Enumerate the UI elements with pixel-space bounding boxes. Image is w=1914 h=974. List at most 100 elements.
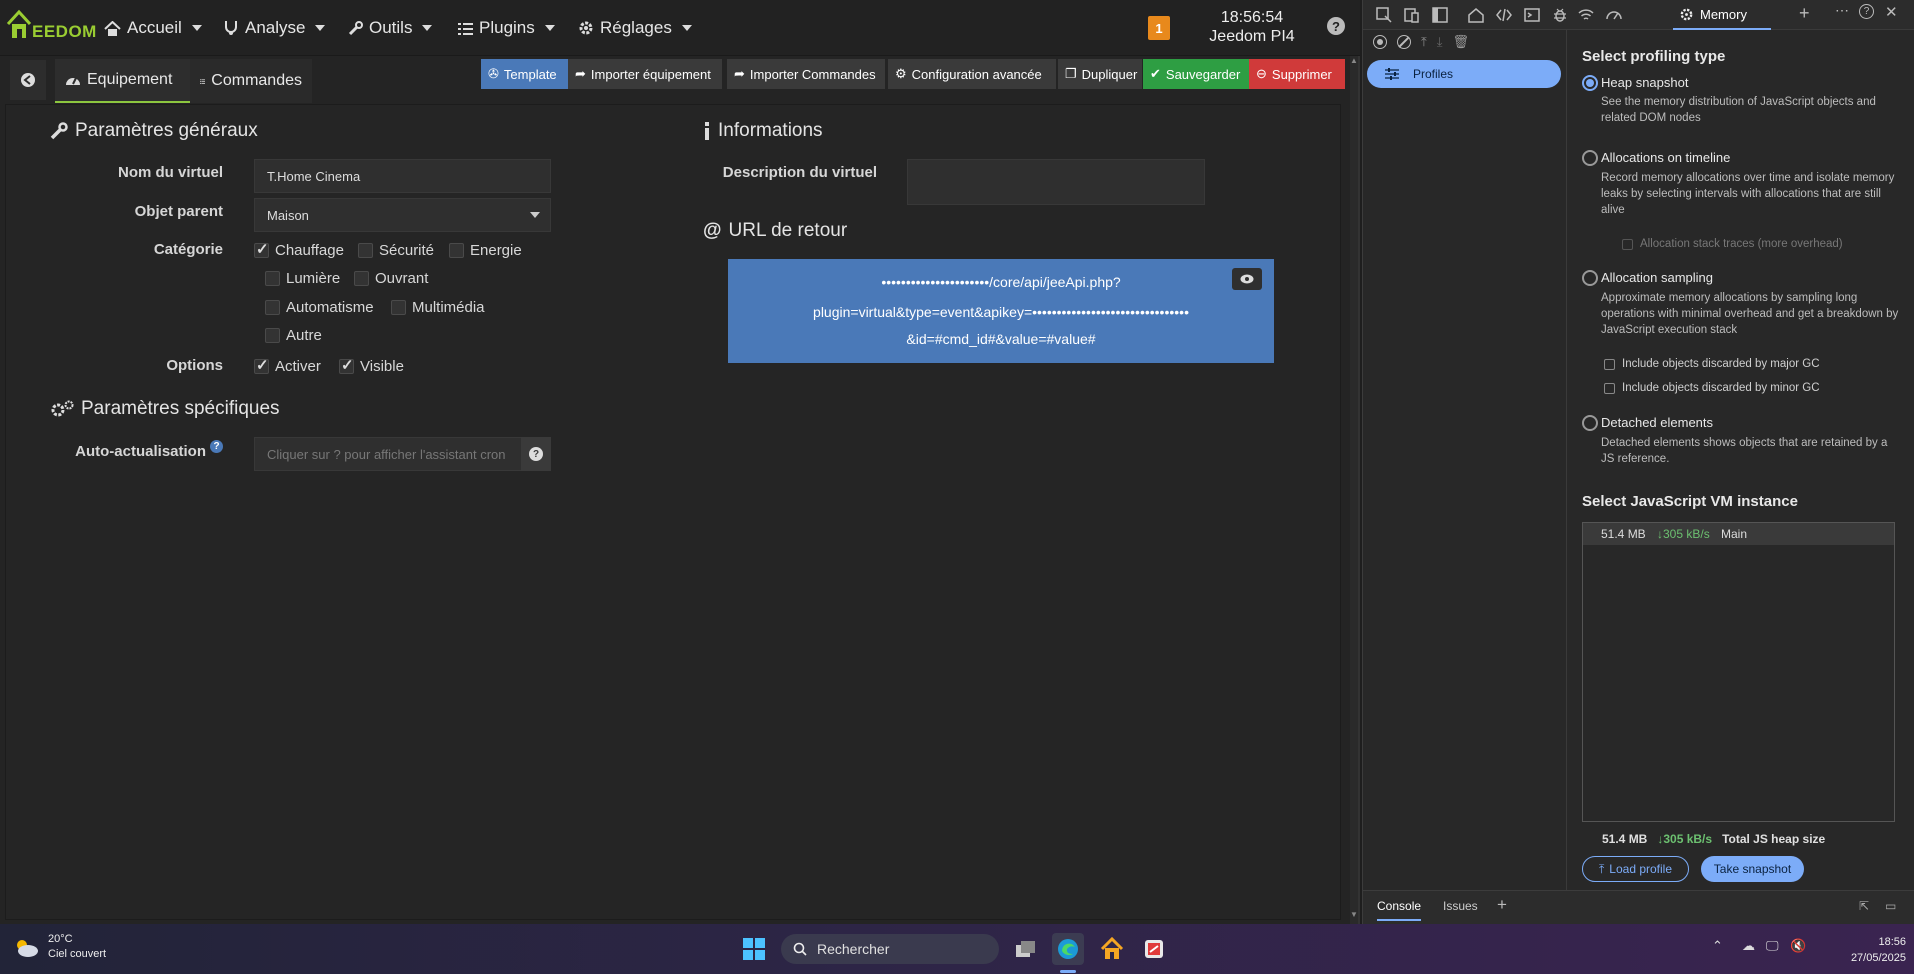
template-button[interactable]: ✇ Template [481,59,568,89]
dock-drawer-icon[interactable]: ⇱ [1859,899,1869,913]
clear-icon[interactable] [1397,35,1411,49]
bug-icon[interactable] [1551,6,1569,24]
scroll-up-icon[interactable]: ▲ [1350,56,1358,70]
volume-muted-icon[interactable]: 🔇 [1790,938,1806,954]
tab-equipement[interactable]: Equipement [55,59,191,103]
task-view-button[interactable] [1010,933,1042,965]
notification-badge[interactable]: 1 [1148,16,1170,40]
load-profile-button[interactable]: ⤒ Load profile [1582,856,1689,882]
delete-button[interactable]: ⊖ Supprimer [1249,59,1345,89]
checkbox[interactable] [358,242,373,258]
nav-analyse[interactable]: Analyse [224,16,326,40]
checkbox[interactable] [1604,358,1615,370]
take-snapshot-button[interactable]: Take snapshot [1701,856,1804,882]
page-scrollbar[interactable]: ▲ ▼ [1350,56,1358,924]
save-button[interactable]: ✔ Sauvegarder [1143,59,1249,89]
home-app-button[interactable] [1096,933,1128,965]
sidebar-item-profiles[interactable]: Profiles [1367,60,1561,88]
category-lumiere[interactable]: Lumière [265,268,340,288]
cron-input[interactable]: Cliquer sur ? pour afficher l'assistant … [254,437,522,471]
onedrive-sync-icon[interactable]: ☁ [1742,938,1755,954]
help-icon[interactable]: ? [1859,4,1874,19]
add-drawer-tab-icon[interactable]: + [1497,895,1507,915]
back-button[interactable] [10,60,46,100]
checkbox[interactable] [449,242,464,258]
download-icon[interactable]: ⤓ [1437,34,1443,50]
duplicate-button[interactable]: ❐ Dupliquer [1058,59,1142,89]
upload-icon[interactable]: ⤒ [1421,34,1427,50]
console-icon[interactable] [1523,6,1541,24]
more-icon[interactable]: ⋯ [1835,2,1849,19]
category-multimedia[interactable]: Multimédia [391,297,485,317]
performance-icon[interactable] [1605,6,1623,24]
option-activer[interactable]: ✓ Activer [254,356,321,376]
category-securite[interactable]: Sécurité [358,240,434,260]
cron-help-button[interactable]: ? [521,437,551,471]
vm-instance-row[interactable]: 51.4 MB ↓305 kB/s Main [1583,523,1894,545]
nav-outils[interactable]: Outils [348,16,433,40]
show-url-button[interactable] [1232,268,1262,290]
device-toolbar-icon[interactable] [1403,6,1421,24]
dock-side-icon[interactable] [1431,6,1449,24]
checkbox[interactable]: ✓ [339,358,354,374]
category-energie[interactable]: Energie [449,240,522,260]
checkbox[interactable] [1604,382,1615,394]
close-icon[interactable]: ✕ [1885,3,1898,21]
tab-commandes[interactable]: Commandes [190,59,312,103]
network-icon[interactable]: 🖵 [1766,938,1779,954]
option-visible[interactable]: ✓ Visible [339,356,404,376]
snipping-tool-button[interactable] [1138,933,1170,965]
close-drawer-icon[interactable]: ▭ [1885,899,1896,913]
trash-icon[interactable]: 🗑 [1453,34,1470,50]
nav-reglages[interactable]: Réglages [578,16,692,40]
parent-select[interactable]: Maison [254,198,551,232]
wifi-icon[interactable] [1577,6,1595,24]
tray-overflow-icon[interactable]: ⌃ [1712,938,1723,954]
radio-allocations-timeline[interactable] [1582,150,1598,166]
record-icon[interactable] [1373,35,1387,49]
question-circle-icon[interactable]: ? [210,440,223,453]
drawer-tab-console[interactable]: Console [1377,899,1422,921]
major-gc-checkbox[interactable]: Include objects discarded by major GC [1604,358,1820,370]
weather-widget[interactable]: 20°C Ciel couvert [12,932,106,962]
category-ouvrant[interactable]: Ouvrant [354,268,428,288]
radio-detached-elements[interactable] [1582,415,1598,431]
checkbox[interactable] [391,299,406,315]
checkbox[interactable]: ✓ [254,358,269,374]
stack-traces-checkbox[interactable]: Allocation stack traces (more overhead) [1622,238,1843,250]
description-textarea[interactable] [907,159,1205,205]
checkbox[interactable] [265,270,280,286]
tab-memory[interactable]: Memory [1673,0,1771,30]
nav-accueil[interactable]: Accueil [104,16,202,40]
category-chauffage[interactable]: ✓ Chauffage [254,240,344,260]
allocation-sampling-title: Allocation sampling [1601,270,1714,285]
checkbox[interactable] [265,299,280,315]
radio-allocation-sampling[interactable] [1582,270,1598,286]
checkbox[interactable] [1622,238,1633,250]
checkbox[interactable]: ✓ [254,242,269,258]
add-tab-icon[interactable]: + [1799,3,1810,24]
edge-app-button[interactable] [1052,933,1084,965]
radio-heap-snapshot[interactable] [1582,75,1598,91]
taskbar-search[interactable]: Rechercher [781,934,999,964]
nav-plugins[interactable]: Plugins [458,16,555,40]
category-label-text: Energie [470,241,522,259]
minor-gc-checkbox[interactable]: Include objects discarded by minor GC [1604,382,1820,394]
scroll-down-icon[interactable]: ▼ [1350,910,1358,924]
advanced-config-button[interactable]: ⚙ Configuration avancée [888,59,1056,89]
checkbox[interactable] [265,327,280,343]
elements-icon[interactable] [1495,6,1513,24]
tray-clock[interactable]: 18:56 27/05/2025 [1826,934,1906,966]
import-commands-button[interactable]: ➦ Importer Commandes [727,59,885,89]
start-button[interactable] [738,933,770,965]
drawer-tab-issues[interactable]: Issues [1443,899,1478,913]
help-icon[interactable]: ? [1327,17,1345,35]
category-automatisme[interactable]: Automatisme [265,297,374,317]
checkbox[interactable] [354,270,369,286]
name-input[interactable]: T.Home Cinema [254,159,551,193]
jeedom-logo[interactable]: EEDOM [6,8,97,42]
import-equipment-button[interactable]: ➦ Importer équipement [568,59,722,89]
inspect-icon[interactable] [1375,6,1393,24]
category-autre[interactable]: Autre [265,325,322,345]
home-icon[interactable] [1467,6,1485,24]
